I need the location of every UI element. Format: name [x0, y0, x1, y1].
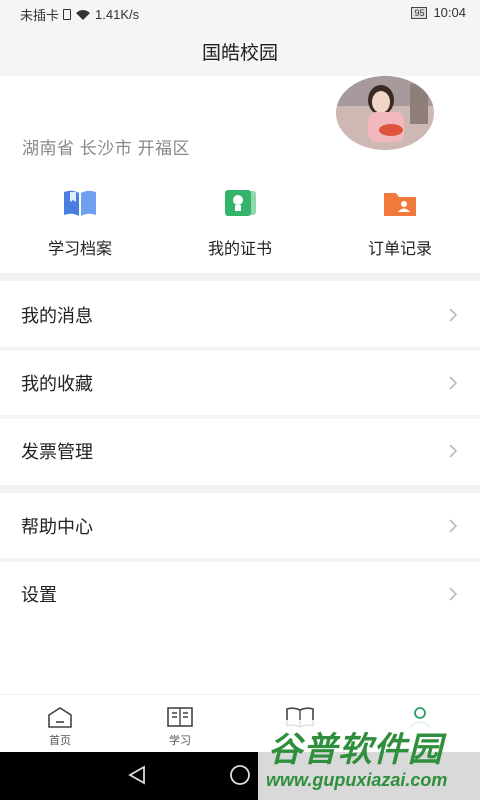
order-folder-icon — [382, 185, 418, 221]
chevron-right-icon — [449, 519, 458, 533]
battery-icon: 95 — [411, 6, 428, 19]
location-text: 湖南省 长沙市 开福区 — [22, 139, 190, 158]
tab-home[interactable]: 首页 — [0, 695, 120, 752]
quick-action-study-record[interactable]: 学习档案 — [0, 185, 160, 265]
menu-item-help-center[interactable]: 帮助中心 — [0, 494, 480, 558]
menu-item-favorites[interactable]: 我的收藏 — [0, 351, 480, 415]
watermark-cn: 谷普软件园 — [268, 731, 443, 769]
menu-item-label: 帮助中心 — [21, 517, 93, 537]
chevron-right-icon — [449, 587, 458, 601]
menu-item-label: 我的收藏 — [21, 374, 93, 394]
menu-item-invoices[interactable]: 发票管理 — [0, 419, 480, 483]
status-bar: 未插卡 1.41K/s 95 10:04 — [0, 0, 480, 26]
profile-section: 湖南省 长沙市 开福区 — [0, 76, 480, 172]
tab-study[interactable]: 学习 — [120, 695, 240, 752]
book-icon — [62, 185, 98, 221]
clock: 10:04 — [433, 5, 466, 20]
status-right: 95 10:04 — [411, 5, 466, 20]
avatar[interactable] — [336, 76, 434, 150]
quick-action-label: 学习档案 — [47, 241, 112, 258]
menu-item-label: 设置 — [21, 585, 57, 605]
section-divider — [0, 485, 480, 493]
network-speed: 1.41K/s — [95, 7, 140, 22]
quick-action-orders[interactable]: 订单记录 — [320, 185, 480, 265]
chevron-right-icon — [449, 308, 458, 322]
wifi-icon — [76, 9, 91, 20]
quick-action-label: 我的证书 — [207, 241, 272, 258]
back-icon[interactable] — [126, 764, 148, 786]
quick-action-certificates[interactable]: 我的证书 — [160, 185, 320, 265]
quick-action-label: 订单记录 — [367, 241, 432, 258]
carrier-text: 未插卡 — [20, 8, 60, 23]
title-bar: 国皓校园 — [0, 26, 480, 76]
sim-card-icon — [63, 9, 72, 20]
tab-label: 学习 — [169, 735, 191, 747]
menu-item-label: 发票管理 — [21, 442, 93, 462]
study-icon — [167, 707, 193, 727]
home-icon — [48, 707, 72, 728]
section-divider — [0, 273, 480, 281]
status-left: 未插卡 1.41K/s — [20, 5, 139, 24]
page-title: 国皓校园 — [201, 42, 278, 64]
menu-item-messages[interactable]: 我的消息 — [0, 283, 480, 347]
watermark: 谷普软件园 www.gupuxiazai.com — [258, 720, 480, 800]
quick-actions: 学习档案 我的证书 订单记录 — [0, 185, 480, 265]
chevron-right-icon — [449, 376, 458, 390]
chevron-right-icon — [449, 444, 458, 458]
tab-label: 首页 — [49, 735, 71, 747]
watermark-en: www.gupuxiazai.com — [266, 770, 448, 790]
menu-item-label: 我的消息 — [21, 306, 93, 326]
home-button-icon[interactable] — [228, 764, 252, 786]
menu-item-settings[interactable]: 设置 — [0, 562, 480, 626]
certificate-icon — [222, 185, 258, 221]
